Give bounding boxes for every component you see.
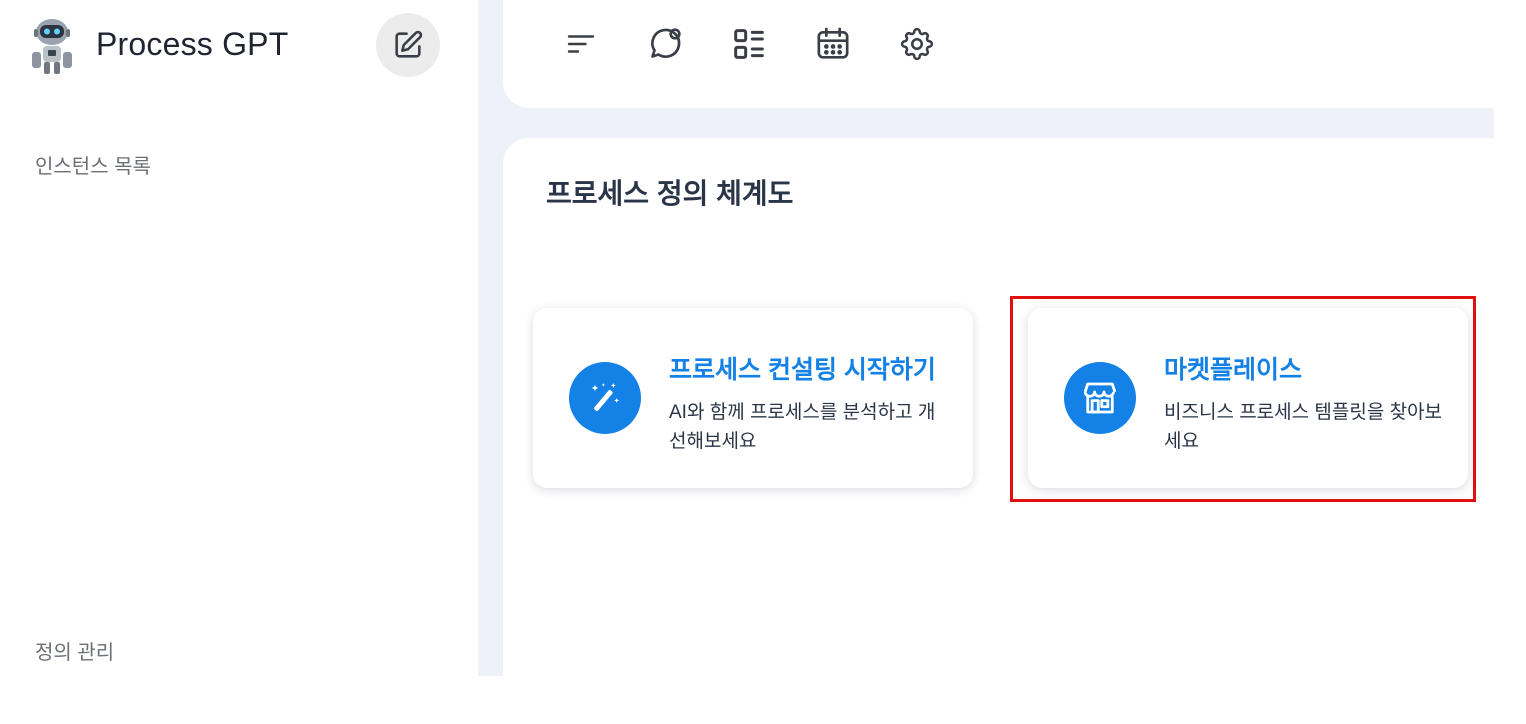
magic-wand-icon: [569, 362, 641, 434]
new-chat-button[interactable]: [376, 13, 440, 77]
edit-icon: [395, 30, 423, 58]
list-grid-icon[interactable]: [727, 22, 771, 66]
instance-list-label[interactable]: 인스턴스 목록: [35, 150, 151, 179]
marketplace-card[interactable]: 마켓플레이스 비즈니스 프로세스 템플릿을 찾아보세요: [1028, 308, 1468, 488]
process-consulting-card[interactable]: 프로세스 컨설팅 시작하기 AI와 함께 프로세스를 분석하고 개선해보세요: [533, 308, 973, 488]
chat-bubble-icon[interactable]: [643, 22, 687, 66]
app-name: Process GPT: [96, 25, 289, 62]
sidebar: Process GPT 인스턴스 목록 정의 관리: [0, 0, 478, 676]
robot-logo-icon: [32, 19, 72, 74]
brand[interactable]: Process GPT: [22, 12, 288, 76]
menu-lines-icon[interactable]: [559, 22, 603, 66]
page-title: 프로세스 정의 체계도: [546, 178, 794, 209]
card-title: 마켓플레이스: [1164, 356, 1303, 384]
card-description: 비즈니스 프로세스 템플릿을 찾아보세요: [1164, 402, 1443, 452]
gear-icon[interactable]: [895, 22, 939, 66]
definition-management-label[interactable]: 정의 관리: [35, 636, 114, 665]
card-description: AI와 함께 프로세스를 분석하고 개선해보세요: [669, 402, 936, 452]
storefront-icon: [1064, 362, 1136, 434]
top-toolbar: [503, 0, 1494, 108]
card-title: 프로세스 컨설팅 시작하기: [669, 356, 936, 384]
calendar-icon[interactable]: [811, 22, 855, 66]
